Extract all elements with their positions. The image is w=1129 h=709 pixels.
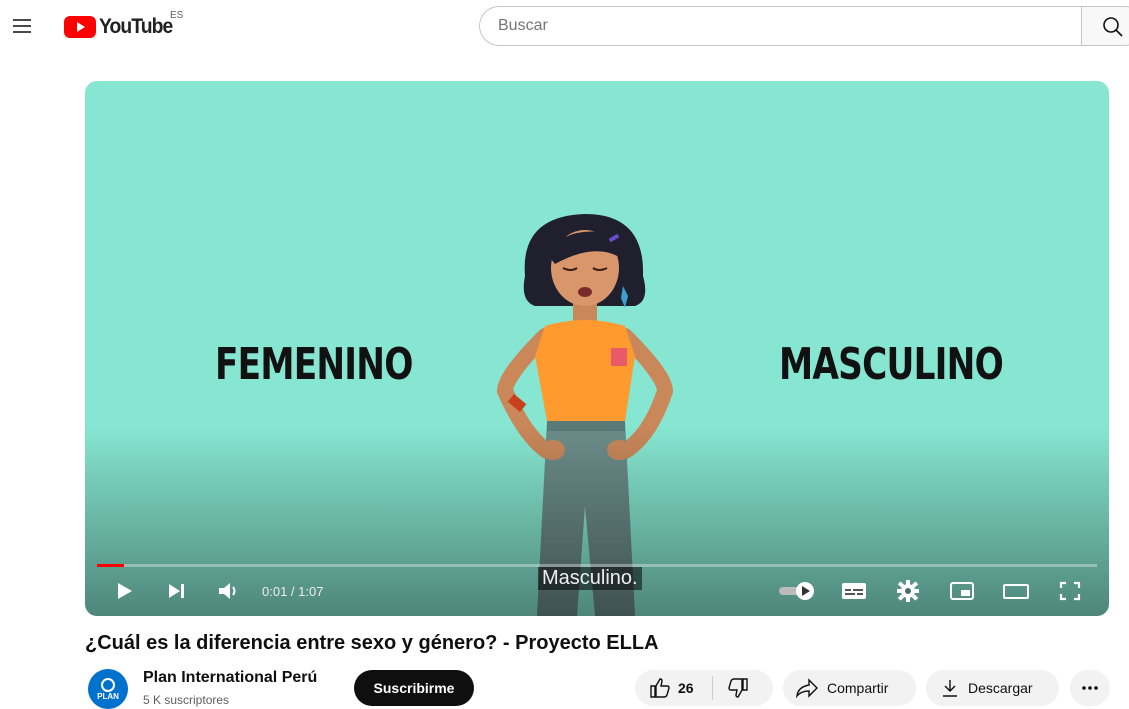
gear-icon <box>897 580 919 602</box>
like-dislike-group: 26 <box>635 670 773 706</box>
youtube-logo[interactable]: YouTube <box>64 14 179 40</box>
miniplayer-icon <box>950 582 974 600</box>
volume-button[interactable] <box>215 578 243 604</box>
fullscreen-icon <box>1059 581 1081 601</box>
subtitles-button[interactable] <box>839 578 869 604</box>
progress-played <box>97 564 124 567</box>
theater-mode-icon <box>1003 584 1029 599</box>
top-bar: YouTube ES <box>0 0 1129 56</box>
hamburger-menu-icon <box>13 19 31 33</box>
plan-logo-icon <box>101 677 115 692</box>
scene-word-femenino: FEMENINO <box>215 339 413 390</box>
like-button[interactable]: 26 <box>635 670 694 706</box>
next-button[interactable] <box>163 578 189 604</box>
video-title: ¿Cuál es la diferencia entre sexo y géne… <box>85 632 659 654</box>
video-player[interactable]: FEMENINO MASCULINO Masculino. 0:01 / 1:0… <box>85 81 1109 616</box>
scene-word-masculino: MASCULINO <box>779 339 1004 390</box>
share-label: Compartir <box>827 680 889 696</box>
download-button[interactable]: Descargar <box>926 670 1059 706</box>
autoplay-toggle[interactable] <box>777 578 817 604</box>
miniplayer-button[interactable] <box>947 578 977 604</box>
logo-text: YouTube <box>99 15 173 38</box>
dislike-button[interactable] <box>727 670 749 706</box>
theater-mode-button[interactable] <box>1001 578 1031 604</box>
subscriber-count: 5 K suscriptores <box>143 693 230 707</box>
share-button[interactable]: Compartir <box>783 670 916 706</box>
autoplay-toggle-icon <box>779 582 814 600</box>
more-horizontal-icon <box>1082 686 1098 690</box>
youtube-play-logo-icon <box>64 16 96 38</box>
play-button[interactable] <box>111 578 137 604</box>
skip-next-icon <box>169 584 184 598</box>
search-button[interactable] <box>1081 6 1129 46</box>
like-divider <box>711 676 713 700</box>
country-code: ES <box>170 10 184 21</box>
time-display: 0:01 / 1:07 <box>262 584 324 599</box>
channel-name[interactable]: Plan International Perú <box>143 669 317 687</box>
volume-icon <box>219 583 236 599</box>
progress-bar[interactable] <box>97 564 1097 567</box>
subtitles-icon <box>842 583 866 599</box>
download-label: Descargar <box>968 680 1033 696</box>
search-icon <box>1103 17 1123 37</box>
play-icon <box>118 583 132 599</box>
search-input[interactable] <box>479 6 1082 46</box>
share-arrow-icon <box>796 678 818 699</box>
avatar-text: PLAN <box>97 691 119 701</box>
download-icon <box>943 680 957 697</box>
menu-button[interactable] <box>10 14 34 38</box>
channel-avatar[interactable]: PLAN <box>88 669 128 709</box>
fullscreen-button[interactable] <box>1055 578 1085 604</box>
settings-button[interactable] <box>893 578 923 604</box>
more-actions-button[interactable] <box>1070 670 1110 706</box>
like-count: 26 <box>678 680 694 696</box>
subscribe-button[interactable]: Suscribirme <box>354 670 474 706</box>
thumbs-down-icon <box>727 678 748 698</box>
thumbs-up-icon <box>650 678 670 698</box>
subtitle-caption: Masculino. <box>538 567 642 590</box>
